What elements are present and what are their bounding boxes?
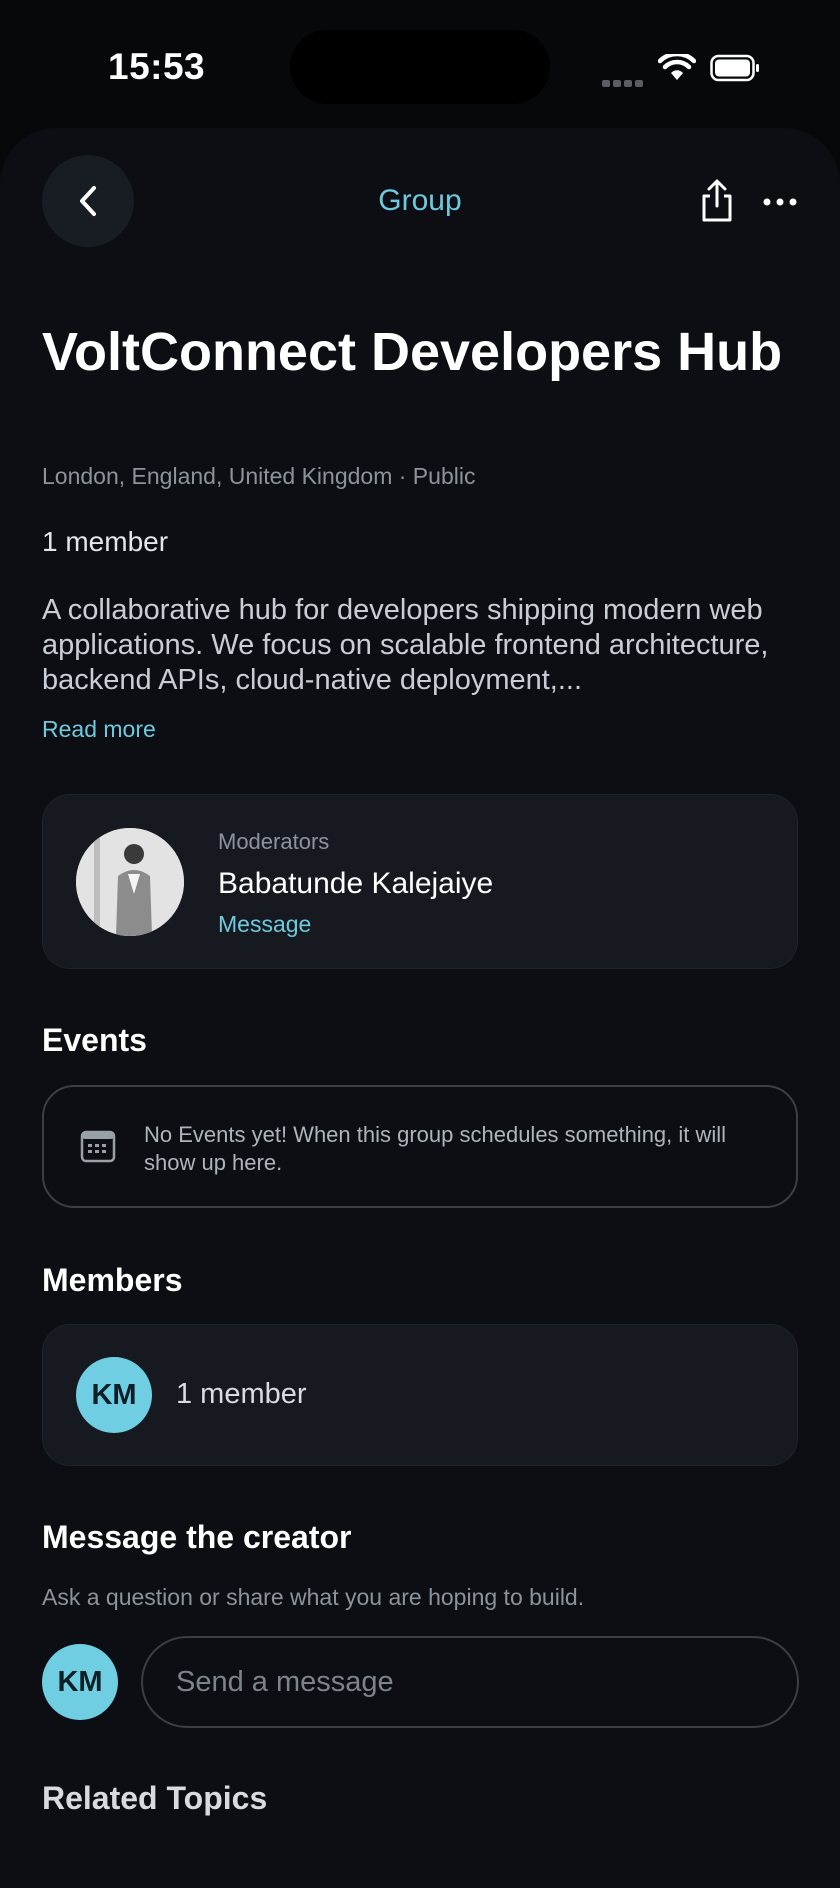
wifi-icon — [658, 54, 696, 80]
moderators-card: Moderators Babatunde Kalejaiye Message — [42, 794, 798, 969]
message-creator-subtitle: Ask a question or share what you are hop… — [42, 1584, 585, 1610]
message-input[interactable]: Send a message — [141, 1636, 799, 1728]
group-name: VoltConnect Developers Hub — [42, 322, 783, 382]
share-icon[interactable] — [698, 178, 736, 224]
member-avatar: KM — [76, 1357, 152, 1433]
status-time: 15:53 — [108, 46, 206, 87]
related-topics-heading: Related Topics — [42, 1780, 268, 1816]
calendar-icon — [80, 1130, 116, 1163]
battery-icon — [710, 54, 759, 82]
person-photo — [76, 828, 184, 936]
moderator-name[interactable]: Babatunde Kalejaiye — [218, 867, 493, 901]
members-card[interactable]: KM 1 member — [42, 1324, 798, 1466]
events-empty-text: No Events yet! When this group schedules… — [144, 1122, 727, 1175]
members-heading: Members — [42, 1262, 183, 1298]
moderator-avatar[interactable] — [76, 828, 184, 936]
events-empty-state: No Events yet! When this group schedules… — [42, 1085, 798, 1208]
group-location: London, England, United Kingdom · Public — [42, 463, 476, 489]
read-more-link[interactable]: Read more — [42, 716, 156, 743]
members-count-text: 1 member — [176, 1378, 307, 1410]
group-description: A collaborative hub for developers shipp… — [42, 594, 769, 696]
more-options-icon[interactable] — [762, 194, 798, 210]
events-heading: Events — [42, 1022, 147, 1058]
message-input-placeholder: Send a message — [176, 1665, 394, 1698]
group-sheet — [0, 128, 840, 1888]
user-avatar: KM — [42, 1644, 118, 1720]
message-moderator-link[interactable]: Message — [218, 911, 311, 938]
status-bar: 15:53 — [0, 0, 840, 130]
moderators-label: Moderators — [218, 829, 330, 854]
group-member-count: 1 member — [42, 526, 169, 557]
message-creator-heading: Message the creator — [42, 1519, 352, 1555]
dynamic-island — [290, 30, 550, 104]
cellular-signal-icon — [602, 74, 646, 92]
